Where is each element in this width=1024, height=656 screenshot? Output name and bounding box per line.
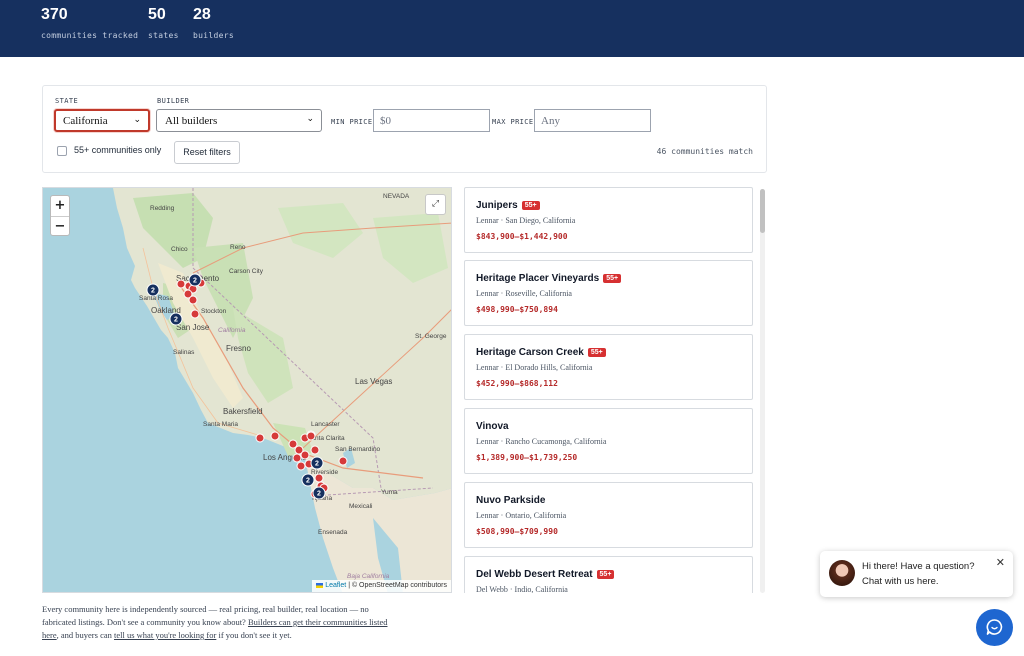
listing-card[interactable]: Junipers 55+ Lennar · San Diego, Californ… [464,187,753,253]
max-price-label: MAX PRICE [492,118,534,126]
community-marker[interactable] [190,309,200,319]
community-marker[interactable] [338,456,348,466]
community-marker[interactable] [288,439,298,449]
senior-badge: 55+ [603,274,622,283]
listing-price: $452,990–$868,112 [476,379,558,388]
chevron-down-icon: ⌄ [133,115,141,125]
stat-builders: 28 builders [193,6,234,40]
senior-badge: 55+ [521,201,540,210]
stat-label: builders [193,31,234,40]
cluster-count: 2 [315,461,319,468]
stat-value: 50 [148,6,166,23]
min-price-label: MIN PRICE [331,118,373,126]
stats-header: 370 communities tracked 50 states 28 bui… [0,0,1024,57]
listing-builder-location: Lennar · Ontario, California [476,511,567,520]
zoom-out-button[interactable]: − [51,216,69,236]
footer-note: Every community here is independently so… [42,603,402,642]
builder-select-value: All builders [165,115,218,127]
senior-only-checkbox[interactable] [57,146,67,156]
listing-name: Nuvo Parkside [476,495,546,506]
agent-avatar [829,560,855,586]
community-marker[interactable] [314,473,324,483]
listing-builder-location: Lennar · San Diego, California [476,216,576,225]
stat-value: 28 [193,6,211,23]
community-marker[interactable] [306,431,316,441]
listing-name: Heritage Placer Vineyards 55+ [476,273,622,284]
max-price-input[interactable]: Any [534,109,651,132]
filter-panel: STATE California ⌄ BUILDER All builders … [42,85,767,173]
chat-bubble-icon [986,619,1003,635]
map-attribution: Leaflet | © OpenStreetMap contributors [312,580,451,592]
listing-name: Del Webb Desert Retreat 55+ [476,569,615,580]
footer-text: , and buyers can [56,630,114,640]
ukraine-flag-icon [316,582,324,588]
osm-attribution[interactable]: | © OpenStreetMap contributors [348,582,447,589]
listing-name: Junipers 55+ [476,200,540,211]
fullscreen-icon[interactable]: ⤢ [425,194,446,215]
community-marker[interactable] [188,295,198,305]
map-markers[interactable]: 222222 [43,188,452,593]
listing-scrollbar[interactable] [760,189,765,593]
listing-card[interactable]: Heritage Placer Vineyards 55+ Lennar · Ro… [464,260,753,326]
stat-states: 50 states [148,6,179,40]
cluster-count: 2 [174,317,178,324]
community-marker[interactable] [310,445,320,455]
close-icon[interactable]: ✕ [996,556,1005,569]
state-select-value: California [63,115,108,127]
listing-card[interactable]: Nuvo Parkside Lennar · Ontario, Californ… [464,482,753,548]
community-map[interactable]: ReddingChicoRenoCarson CitySacramentoSan… [42,187,452,593]
cluster-count: 2 [151,288,155,295]
stat-label: states [148,31,179,40]
listing-price: $498,990–$750,894 [476,305,558,314]
community-marker[interactable] [292,453,302,463]
listing-price: $1,389,900–$1,739,250 [476,453,578,462]
chat-message: Hi there! Have a question? Chat with us … [862,561,975,587]
stat-communities: 370 communities tracked [41,6,138,40]
listing-list[interactable]: Junipers 55+ Lennar · San Diego, Californ… [464,187,756,593]
chat-launcher-button[interactable] [976,609,1013,646]
listing-builder-location: Del Webb · Indio, California [476,585,568,593]
listing-card[interactable]: Vinova Lennar · Rancho Cucamonga, Califo… [464,408,753,474]
builder-label: BUILDER [157,97,190,105]
listing-name: Heritage Carson Creek 55+ [476,347,606,358]
reset-filters-button[interactable]: Reset filters [174,141,240,164]
community-marker[interactable] [300,450,310,460]
state-select[interactable]: California ⌄ [54,109,150,132]
zoom-in-button[interactable]: + [51,196,69,216]
cluster-count: 2 [306,478,310,485]
stat-value: 370 [41,6,68,23]
match-count: 46 communities match [656,147,753,156]
community-marker[interactable] [296,461,306,471]
footer-text: if you don't see it yet. [216,630,292,640]
community-marker[interactable] [255,433,265,443]
cluster-count: 2 [193,278,197,285]
listing-builder-location: Lennar · Rancho Cucamonga, California [476,437,607,446]
stat-label: communities tracked [41,31,139,40]
senior-badge: 55+ [596,570,615,579]
listing-name: Vinova [476,421,509,432]
community-marker[interactable] [270,431,280,441]
scrollbar-thumb[interactable] [760,189,765,233]
senior-only-label[interactable]: 55+ communities only [74,145,161,155]
listing-card[interactable]: Del Webb Desert Retreat 55+ Del Webb · In… [464,556,753,593]
buyer-request-link[interactable]: tell us what you're looking for [114,630,216,640]
listing-builder-location: Lennar · Roseville, California [476,289,572,298]
min-price-input[interactable]: $0 [373,109,490,132]
cluster-count: 2 [317,491,321,498]
leaflet-link[interactable]: Leaflet [325,582,346,589]
state-label: STATE [55,97,79,105]
community-marker[interactable] [176,279,186,289]
chevron-down-icon: ⌄ [306,114,314,124]
builder-select[interactable]: All builders ⌄ [156,109,322,132]
listing-price: $508,990–$709,990 [476,527,558,536]
listing-price: $843,900–$1,442,900 [476,232,568,241]
listing-builder-location: Lennar · El Dorado Hills, California [476,363,593,372]
zoom-control: + − [50,195,70,236]
listing-card[interactable]: Heritage Carson Creek 55+ Lennar · El Dor… [464,334,753,400]
chat-popup[interactable]: Hi there! Have a question? Chat with us … [820,551,1013,597]
senior-badge: 55+ [587,348,606,357]
